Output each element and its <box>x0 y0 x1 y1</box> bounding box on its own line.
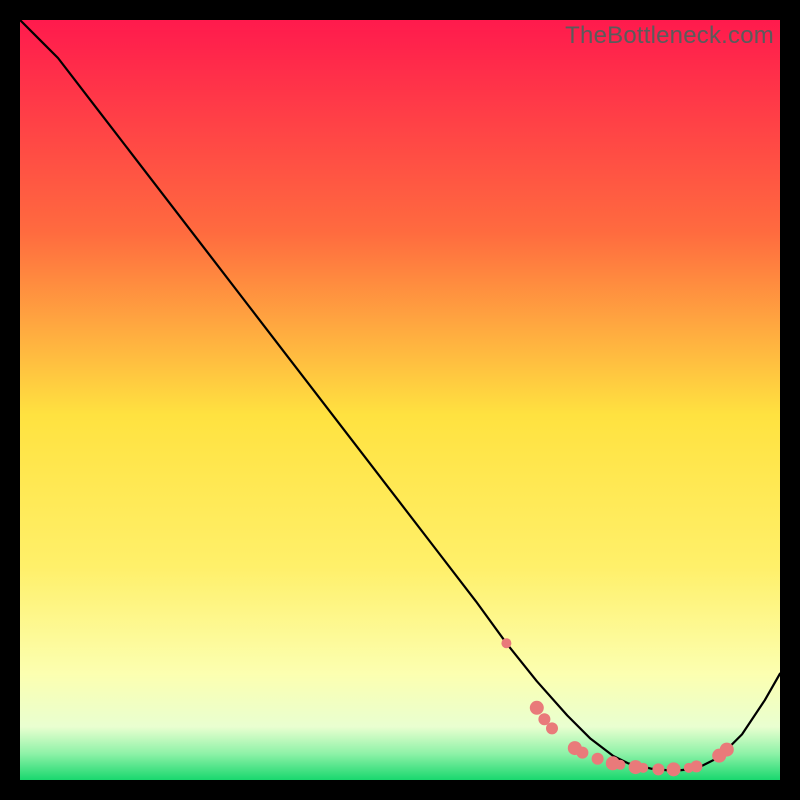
highlight-point <box>638 763 648 773</box>
highlight-point <box>592 753 604 765</box>
chart-frame: TheBottleneck.com <box>20 20 780 780</box>
highlight-point <box>720 743 734 757</box>
gradient-background <box>20 20 780 780</box>
highlight-point <box>652 763 664 775</box>
highlight-point <box>501 638 511 648</box>
highlight-point <box>546 722 558 734</box>
highlight-point <box>690 760 702 772</box>
highlight-point <box>576 747 588 759</box>
highlight-point <box>615 760 625 770</box>
chart-svg <box>20 20 780 780</box>
highlight-point <box>530 701 544 715</box>
watermark-text: TheBottleneck.com <box>565 22 774 50</box>
highlight-point <box>667 762 681 776</box>
